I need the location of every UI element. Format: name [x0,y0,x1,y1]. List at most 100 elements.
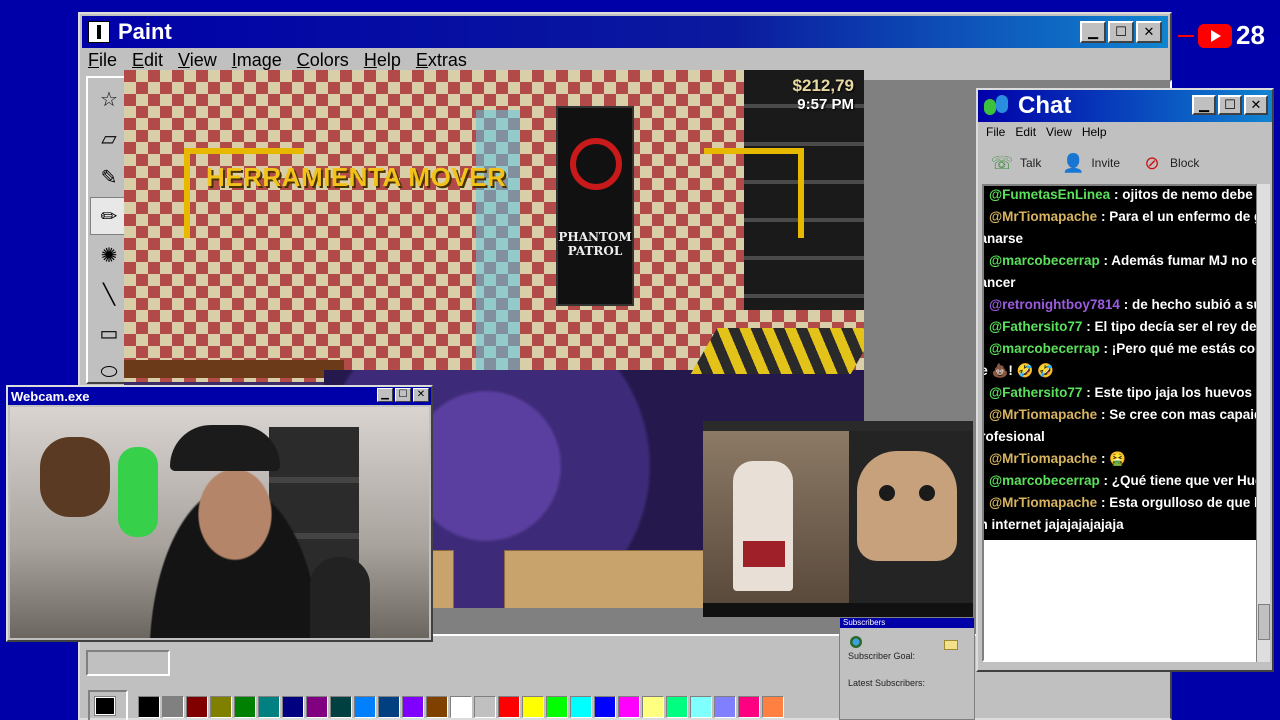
palette-swatch[interactable] [618,696,640,718]
close-button[interactable]: ✕ [1136,21,1162,43]
chat-message: @Fathersito77 : El tipo decía ser el rey… [982,316,1256,338]
paint-app-icon [88,21,110,43]
chat-titlebar[interactable]: Chat ▁ ☐ ✕ [978,90,1272,122]
palette-swatch[interactable] [762,696,784,718]
chat-message: @MrTiomapache : Para el un enfermo de gr [982,206,1258,228]
chat-menu-edit[interactable]: Edit [1015,125,1036,139]
webcam-minimize-button[interactable]: ▁ [377,388,393,402]
color-picker-icon[interactable]: ✎ [90,158,128,196]
menu-help[interactable]: Help [364,50,401,71]
chat-close-button[interactable]: ✕ [1244,95,1268,115]
chat-text: : Para el un enfermo de gr [1100,209,1258,224]
palette-swatch[interactable] [210,696,232,718]
chat-message: @MrTiomapache : Esta orgulloso de que ha… [984,492,1256,514]
palette-swatch[interactable] [594,696,616,718]
palette-swatch[interactable] [426,696,448,718]
hud-money: $212,79 [792,76,854,95]
chat-text-continued: sanarse [984,231,1024,246]
free-select-icon[interactable]: ☆ [90,80,128,118]
webcam-maximize-button[interactable]: ☐ [395,388,411,402]
menu-colors[interactable]: Colors [297,50,349,71]
webcam-close-button[interactable]: ✕ [413,388,429,402]
menu-image[interactable]: Image [232,50,282,71]
airbrush-icon[interactable]: ✺ [90,236,128,274]
microphone [310,557,370,638]
palette-swatch[interactable] [378,696,400,718]
palette-swatch[interactable] [690,696,712,718]
hud-clock: 9:57 PM [797,96,854,113]
palette-swatch[interactable] [138,696,160,718]
paint-title: Paint [118,19,172,44]
palette-swatch[interactable] [474,696,496,718]
chat-text: : Esta orgulloso de que hay [1100,495,1256,510]
palette-swatch[interactable] [306,696,328,718]
palette-swatch[interactable] [714,696,736,718]
palette-swatch[interactable] [354,696,376,718]
chat-message: @MrTiomapache : Se cree con mas capaida [984,404,1258,426]
palette-swatch[interactable] [186,696,208,718]
chat-username: @marcobecerrap [989,341,1100,356]
line-icon[interactable]: ╲ [90,275,128,313]
chat-text: : ojitos de nemo debe ser [1113,187,1256,202]
eraser-icon[interactable]: ▱ [90,119,128,157]
paint-titlebar[interactable]: Paint ▁ ☐ ✕ [82,16,1168,48]
youtube-badge-icon [982,455,984,464]
globe-icon [850,636,862,648]
chat-scrollbar[interactable] [1256,184,1270,662]
color-palette [88,690,784,720]
chat-maximize-button[interactable]: ☐ [1218,95,1242,115]
palette-swatch[interactable] [738,696,760,718]
block-button[interactable]: ⊘ Block [1140,152,1199,174]
chat-username: @MrTiomapache [989,209,1098,224]
tool-options[interactable] [86,650,170,676]
palette-swatch[interactable] [642,696,664,718]
talk-button[interactable]: ☏ Talk [990,152,1042,174]
palette-swatch[interactable] [162,696,184,718]
palette-swatch[interactable] [234,696,256,718]
viewer-count: 28 [1236,20,1265,50]
rectangle-icon[interactable]: ▭ [90,314,128,352]
chat-menu-view[interactable]: View [1046,125,1072,139]
palette-swatch[interactable] [258,696,280,718]
minimize-button[interactable]: ▁ [1080,21,1106,43]
palette-swatch[interactable] [282,696,304,718]
palette-swatch[interactable] [402,696,424,718]
chat-message: @marcobecerrap : Además fumar MJ no es [984,250,1258,272]
pencil-icon[interactable]: ✏ [90,197,128,235]
webcam-titlebar[interactable]: Webcam.exe ▁ ☐ ✕ [8,387,431,405]
chat-text: : Además fumar MJ no es [1103,253,1258,268]
chat-messages[interactable]: @FumetasEnLinea : ojitos de nemo debe se… [982,184,1258,662]
chat-menu-file[interactable]: File [986,125,1005,139]
palette-swatch[interactable] [450,696,472,718]
chat-username: @Fathersito77 [989,319,1083,334]
chat-message: @FumetasEnLinea : ojitos de nemo debe se… [982,186,1256,206]
palette-swatch[interactable] [666,696,688,718]
youtube-badge-icon [982,345,984,354]
invite-icon: 👤 [1062,152,1085,173]
palette-swatch[interactable] [330,696,352,718]
chat-menu-help[interactable]: Help [1082,125,1107,139]
chat-text: : 🤮 [1100,451,1127,466]
current-colors[interactable] [88,690,128,720]
menu-extras[interactable]: Extras [416,50,467,71]
palette-swatch[interactable] [546,696,568,718]
chat-minimize-button[interactable]: ▁ [1192,95,1216,115]
maximize-button[interactable]: ☐ [1108,21,1134,43]
menu-view[interactable]: View [178,50,217,71]
youtube-badge-icon [982,213,984,222]
youtube-badge-icon [982,323,984,332]
chat-username: @Fathersito77 [989,385,1083,400]
chat-text: : Se cree con mas capaida [1100,407,1258,422]
chat-app-icon [984,95,1010,117]
chat-message: @marcobecerrap : ¿Qué tiene que ver Hugo [984,470,1256,492]
palette-swatch[interactable] [570,696,592,718]
palette-swatch[interactable] [498,696,520,718]
webcam-feed [10,407,429,638]
menu-file[interactable]: File [88,50,117,71]
chat-message: @MrTiomapache : 🤮 [982,448,1256,470]
invite-button[interactable]: 👤 Invite [1061,152,1120,174]
menu-edit[interactable]: Edit [132,50,163,71]
youtube-badge-icon [982,191,984,200]
subscriber-goal-label: Subscriber Goal: [848,651,916,661]
palette-swatch[interactable] [522,696,544,718]
